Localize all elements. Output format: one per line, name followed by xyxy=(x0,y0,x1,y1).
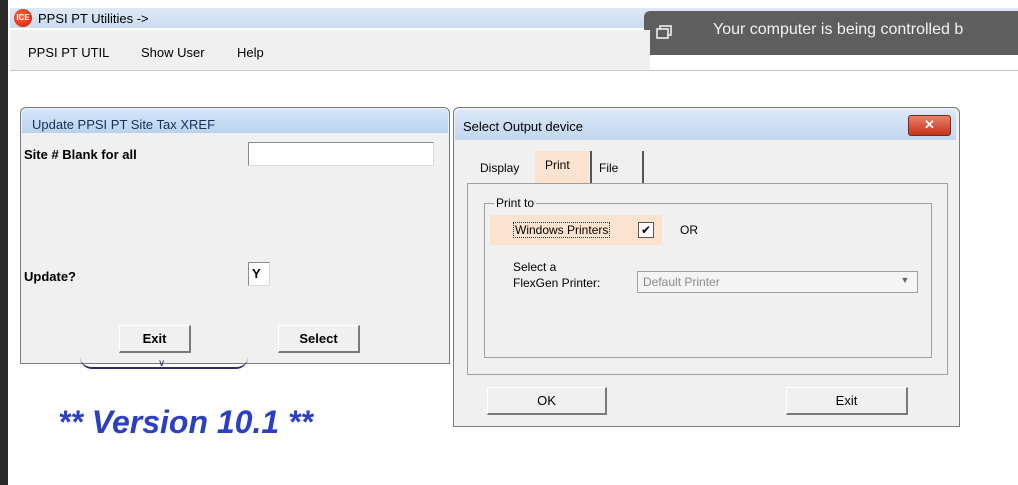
window-title: PPSI PT Utilities -> xyxy=(38,11,149,26)
update-label: Update? xyxy=(24,269,76,284)
close-icon[interactable]: ✕ xyxy=(908,115,951,136)
site-input[interactable] xyxy=(248,142,434,166)
tab-print-label: Print xyxy=(545,158,570,172)
menu-ppsi-pt-util[interactable]: PPSI PT UTIL xyxy=(28,45,109,60)
print-to-group-label: Print to xyxy=(494,196,537,210)
select-button[interactable]: Select xyxy=(278,325,360,353)
site-label: Site # Blank for all xyxy=(24,147,137,162)
tab-display[interactable]: Display xyxy=(473,151,536,183)
menu-help[interactable]: Help xyxy=(237,45,264,60)
tab-file-label: File xyxy=(599,161,619,175)
tab-display-label: Display xyxy=(480,161,520,175)
select-flexgen-label-line1: Select a xyxy=(513,260,557,274)
update-input-value: Y xyxy=(252,266,261,281)
menu-separator xyxy=(10,70,1018,71)
tab-print[interactable]: Print xyxy=(535,151,589,183)
output-exit-button[interactable]: Exit xyxy=(786,387,908,415)
select-flexgen-label-line2: FlexGen Printer: xyxy=(513,276,601,290)
or-label: OR xyxy=(680,223,698,237)
background-graphic-caret: ∨ xyxy=(158,358,166,369)
windows-printers-checkbox[interactable]: ✔ xyxy=(638,222,654,238)
menu-show-user[interactable]: Show User xyxy=(141,45,205,60)
windows-printers-label[interactable]: Windows Printers xyxy=(513,222,611,238)
update-input[interactable]: Y xyxy=(248,262,270,286)
flexgen-printer-value: Default Printer xyxy=(643,275,720,289)
remote-control-text: Your computer is being controlled b xyxy=(713,21,964,38)
app-icon: ICE xyxy=(14,9,32,27)
version-label: ** Version 10.1 ** xyxy=(58,404,313,440)
tab-file[interactable]: File xyxy=(590,151,644,183)
window-edge xyxy=(0,0,8,485)
update-dialog-title: Update PPSI PT Site Tax XREF xyxy=(32,117,216,132)
exit-button[interactable]: Exit xyxy=(119,325,191,353)
chevron-down-icon[interactable]: ▼ xyxy=(898,275,912,289)
output-dialog-title: Select Output device xyxy=(463,119,583,134)
restore-window-icon[interactable] xyxy=(656,25,672,39)
ok-button[interactable]: OK xyxy=(487,387,607,415)
